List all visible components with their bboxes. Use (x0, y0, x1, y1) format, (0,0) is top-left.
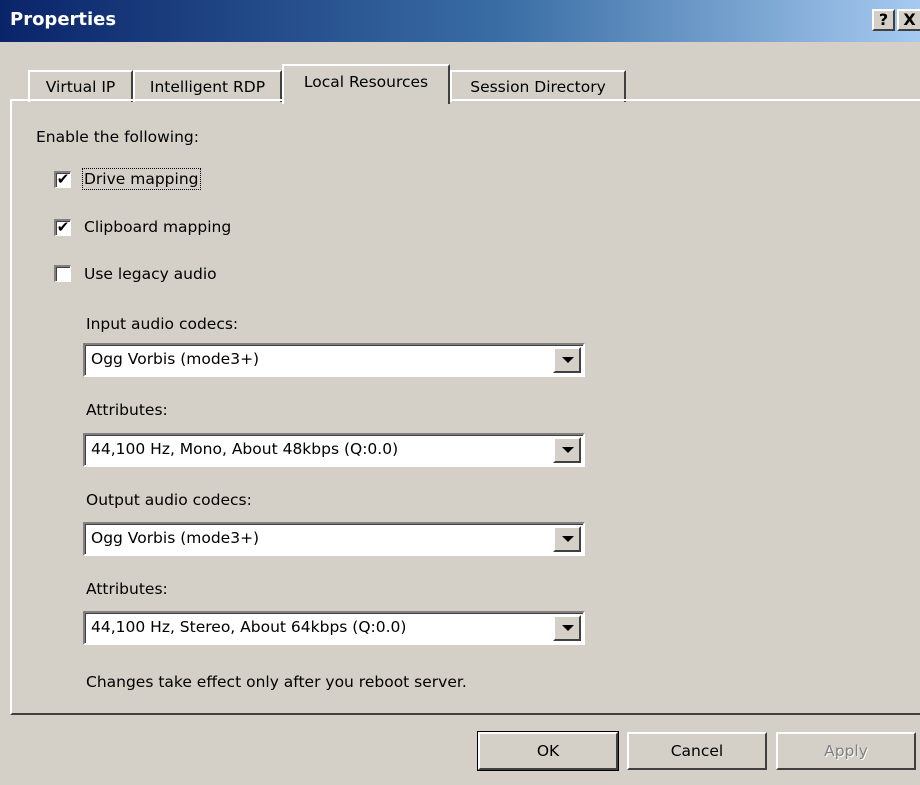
title-bar: Properties ? X (0, 0, 920, 42)
cancel-button[interactable]: Cancel (627, 732, 767, 770)
tab-intelligent-rdp[interactable]: Intelligent RDP (133, 70, 282, 102)
tab-local-resources[interactable]: Local Resources (282, 64, 450, 104)
window-title: Properties (10, 9, 117, 30)
apply-button[interactable]: Apply (776, 732, 916, 770)
tab-virtual-ip[interactable]: Virtual IP (28, 70, 133, 102)
tab-panel-local-resources (10, 99, 920, 715)
close-button[interactable]: X (897, 9, 920, 31)
ok-button[interactable]: OK (477, 731, 619, 771)
help-button[interactable]: ? (872, 9, 895, 31)
tab-session-directory[interactable]: Session Directory (450, 70, 626, 102)
tab-strip: Virtual IP Intelligent RDP Local Resourc… (0, 42, 920, 104)
